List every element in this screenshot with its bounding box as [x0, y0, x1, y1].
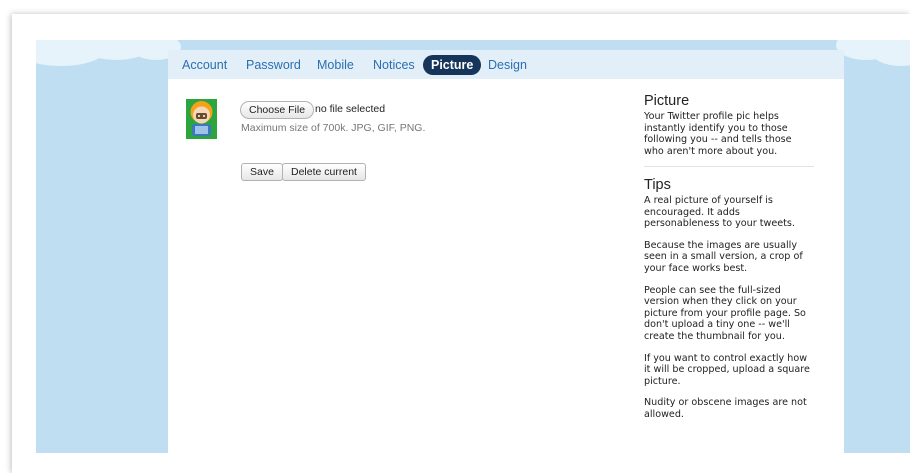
tips-heading: Tips: [644, 177, 671, 193]
cloud-right-b: [871, 40, 910, 66]
delete-current-button[interactable]: Delete current: [282, 163, 366, 181]
tab-account[interactable]: Account: [182, 55, 227, 75]
tab-mobile[interactable]: Mobile: [317, 55, 354, 75]
tip-item: People can see the full-sized version wh…: [644, 284, 806, 342]
tip-item: A real picture of yourself is encouraged…: [644, 195, 795, 230]
save-button[interactable]: Save: [241, 163, 283, 181]
settings-tabs: Account Password Mobile Notices Picture …: [168, 50, 844, 79]
tab-password[interactable]: Password: [246, 55, 301, 75]
choose-file-button[interactable]: Choose File: [240, 101, 315, 119]
sidebar-divider: [644, 166, 814, 167]
avatar-cartoon-icon: [190, 101, 213, 136]
picture-description: Your Twitter profile pic helps instantly…: [644, 111, 792, 157]
tab-design[interactable]: Design: [488, 55, 527, 75]
tips-section: Tips A real picture of yourself is encou…: [644, 177, 814, 421]
file-status-text: no file selected: [315, 103, 386, 115]
picture-heading: Picture: [644, 93, 690, 109]
tip-item: Nudity or obscene images are not allowed…: [644, 397, 807, 420]
tip-item: Because the images are usually seen in a…: [644, 239, 803, 274]
picture-help: Picture Your Twitter profile pic helps i…: [644, 93, 814, 157]
settings-panel: Account Password Mobile Notices Picture …: [168, 50, 844, 453]
tab-picture[interactable]: Picture: [423, 55, 482, 75]
current-avatar: [186, 99, 217, 139]
tab-notices[interactable]: Notices: [373, 55, 415, 75]
tip-item: If you want to control exactly how it wi…: [644, 352, 810, 387]
upload-hint: Maximum size of 700k. JPG, GIF, PNG.: [241, 122, 426, 134]
